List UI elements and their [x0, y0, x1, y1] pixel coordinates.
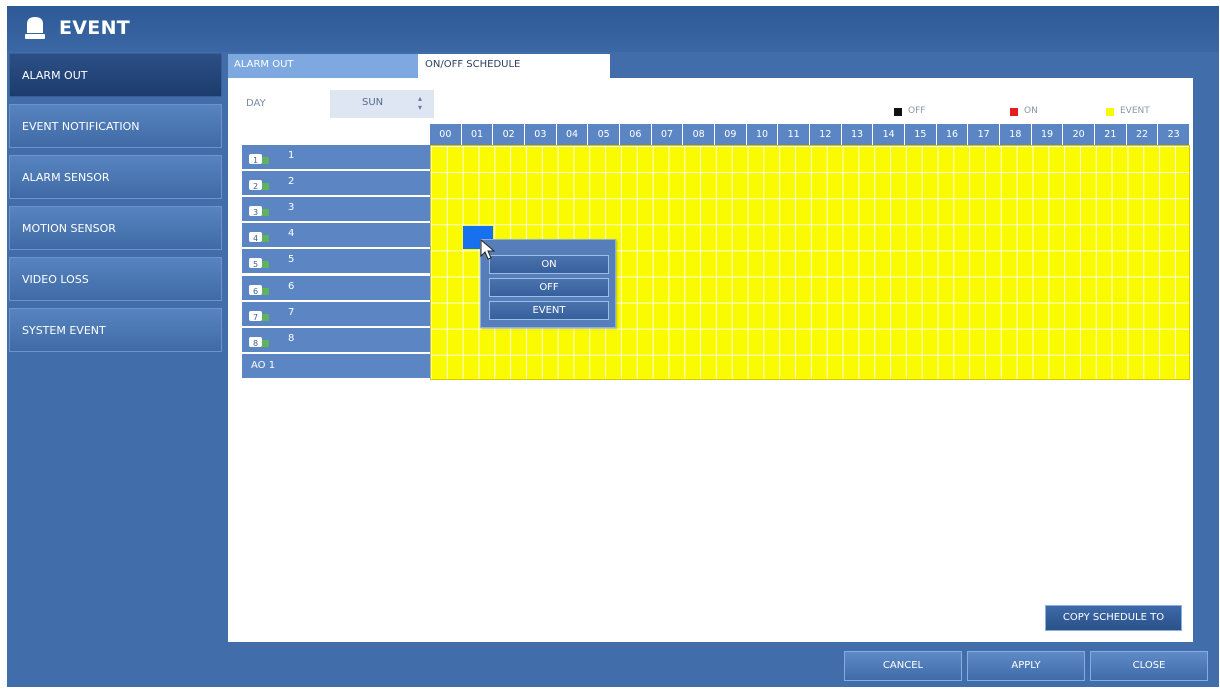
hour-cell[interactable]: 13 [841, 124, 874, 145]
legend-event-swatch [1106, 108, 1114, 116]
svg-text:2: 2 [253, 182, 258, 191]
hour-cell[interactable]: 22 [1126, 124, 1159, 145]
channel-number: 3 [288, 202, 295, 214]
title-bar: EVENT [7, 6, 1219, 52]
hour-cell[interactable]: 08 [683, 124, 715, 145]
day-label: DAY [246, 98, 266, 109]
sidebar-item-label: ALARM SENSOR [22, 171, 110, 184]
svg-text:1: 1 [253, 156, 258, 165]
hour-cell[interactable]: 15 [905, 124, 937, 145]
channel-number: 2 [288, 176, 295, 188]
camera-icon: 1 [249, 154, 269, 165]
camera-icon: 8 [249, 336, 269, 348]
hour-cell[interactable]: 09 [715, 124, 747, 145]
channel-row[interactable]: 33 [242, 197, 430, 223]
hour-cell[interactable]: 19 [1031, 124, 1064, 145]
svg-text:7: 7 [253, 313, 258, 322]
day-value: SUN [362, 97, 384, 108]
channel-number: 4 [288, 228, 295, 240]
hour-cell[interactable]: 18 [1000, 124, 1032, 145]
hour-header: 00 01 02 03 04 05 06 07 08 09 10 11 12 13 14 15 16 17 18 19… [430, 124, 1190, 145]
legend: OFF ON EVENT [880, 106, 1180, 121]
apply-button[interactable]: APPLY [967, 651, 1085, 681]
alarm-bell-icon [25, 17, 45, 39]
hour-cell[interactable]: 17 [968, 124, 1000, 145]
hour-cell[interactable]: 05 [588, 124, 620, 145]
hour-cell[interactable]: 07 [651, 124, 684, 145]
tab-on-off-schedule[interactable]: ON/OFF SCHEDULE [418, 54, 610, 79]
sidebar-item-label: SYSTEM EVENT [22, 324, 106, 337]
sidebar-item-event-notification[interactable]: EVENT NOTIFICATION [9, 104, 222, 148]
hour-cell[interactable]: 14 [873, 124, 905, 145]
channel-row[interactable]: 55 [242, 249, 430, 275]
svg-text:8: 8 [253, 339, 258, 348]
copy-schedule-button[interactable]: COPY SCHEDULE TO [1045, 605, 1182, 631]
camera-icon: 5 [249, 258, 269, 269]
svg-text:4: 4 [253, 234, 258, 243]
channel-number: 7 [288, 306, 295, 318]
hour-cell[interactable]: 10 [746, 124, 779, 145]
menu-item-event[interactable]: EVENT [489, 301, 609, 320]
channel-number: 1 [288, 150, 295, 161]
hour-cell[interactable]: 04 [556, 124, 589, 145]
channel-row[interactable]: AO 1 [242, 353, 430, 379]
camera-icon: 4 [249, 232, 269, 243]
channel-row[interactable]: 77 [242, 301, 430, 327]
channel-number: 6 [288, 280, 295, 292]
hour-cell[interactable]: 00 [430, 124, 462, 145]
channel-row[interactable]: 66 [242, 275, 430, 301]
cancel-button[interactable]: CANCEL [844, 651, 962, 681]
sidebar-item-label: EVENT NOTIFICATION [22, 120, 140, 133]
channel-number: 8 [288, 332, 295, 344]
sidebar-item-label: VIDEO LOSS [22, 273, 89, 286]
event-setup-window: EVENT ALARM OUT EVENT NOTIFICATION ALARM… [0, 0, 1220, 689]
camera-icon: 3 [249, 206, 269, 217]
camera-icon: 2 [249, 180, 269, 191]
mouse-cursor-icon [480, 239, 496, 260]
svg-text:5: 5 [253, 260, 258, 269]
camera-icon: 6 [249, 284, 269, 296]
hour-cell[interactable]: 16 [936, 124, 969, 145]
window-title: EVENT [59, 17, 131, 39]
legend-event-label: EVENT [1120, 106, 1150, 116]
spinner-arrows-icon[interactable]: ▴ ▾ [418, 94, 422, 112]
alarm-output-label: AO 1 [251, 359, 276, 371]
svg-text:6: 6 [253, 287, 258, 296]
menu-item-on[interactable]: ON [489, 255, 609, 274]
hour-cell[interactable]: 21 [1095, 124, 1127, 145]
hour-cell[interactable]: 01 [461, 124, 494, 145]
svg-text:3: 3 [253, 208, 258, 217]
sidebar-item-system-event[interactable]: SYSTEM EVENT [9, 308, 222, 352]
channel-row[interactable]: 22 [242, 171, 430, 197]
legend-on-swatch [1010, 108, 1018, 116]
hour-cell[interactable]: 03 [525, 124, 557, 145]
tab-alarm-out[interactable]: ALARM OUT [228, 54, 418, 78]
hour-cell[interactable]: 06 [620, 124, 652, 145]
sidebar-item-alarm-out[interactable]: ALARM OUT [9, 53, 222, 97]
channel-row[interactable]: 44 [242, 223, 430, 249]
close-button[interactable]: CLOSE [1090, 651, 1208, 681]
sidebar-item-label: MOTION SENSOR [22, 222, 116, 235]
hour-cell[interactable]: 12 [810, 124, 842, 145]
camera-icon: 7 [249, 310, 269, 322]
channel-row[interactable]: 88 [242, 327, 430, 353]
sidebar-item-alarm-sensor[interactable]: ALARM SENSOR [9, 155, 222, 199]
sidebar-item-video-loss[interactable]: VIDEO LOSS [9, 257, 222, 301]
hour-cell[interactable]: 11 [778, 124, 810, 145]
channel-number: 5 [288, 254, 295, 266]
legend-off-label: OFF [908, 106, 926, 116]
legend-off-swatch [894, 108, 902, 116]
day-select[interactable]: SUN ▴ ▾ [330, 90, 434, 118]
hour-cell[interactable]: 02 [493, 124, 525, 145]
channel-row[interactable]: 11 [242, 145, 430, 170]
sidebar-item-label: ALARM OUT [22, 69, 88, 82]
hour-cell[interactable]: 23 [1158, 124, 1190, 145]
legend-on-label: ON [1024, 106, 1038, 116]
context-menu: ON OFF EVENT [480, 239, 616, 328]
sidebar-item-motion-sensor[interactable]: MOTION SENSOR [9, 206, 222, 250]
hour-cell[interactable]: 20 [1063, 124, 1095, 145]
menu-item-off[interactable]: OFF [489, 278, 609, 297]
